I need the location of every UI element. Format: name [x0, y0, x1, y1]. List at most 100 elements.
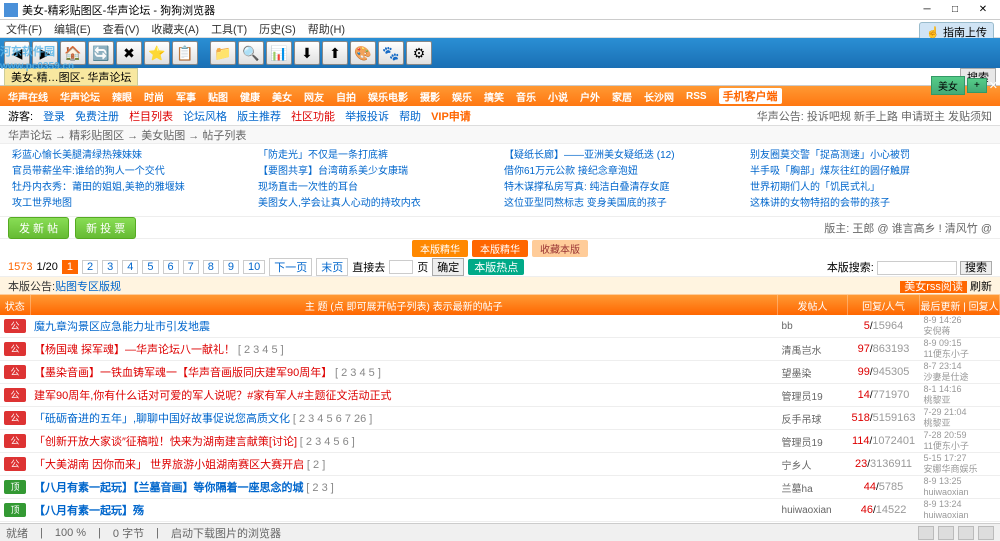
author-name[interactable]: huiwaoxian	[778, 499, 848, 522]
author-name[interactable]: 管理员19	[778, 430, 848, 453]
nav-item[interactable]: 娱乐	[452, 89, 472, 104]
tool-button-6[interactable]: 🎨	[350, 41, 376, 65]
nav-item[interactable]: 贴图	[208, 89, 228, 104]
browser-tab-active[interactable]: 美女	[931, 76, 965, 95]
essence-button-2[interactable]: 本版精华	[472, 240, 528, 257]
featured-link[interactable]: 借你61万元公款 接纪念章泡妞	[504, 164, 742, 180]
author-name[interactable]: 宁乡人	[778, 453, 848, 476]
featured-link[interactable]: 别友圈莫交警「捉高测速」小心被罚	[750, 148, 988, 164]
new-poll-button[interactable]: 新 投 票	[75, 217, 136, 239]
nav-item[interactable]: 音乐	[516, 89, 536, 104]
report-link[interactable]: 举报投诉	[345, 108, 389, 124]
featured-link[interactable]: 这位亚型同熬标志 变身美国底的孩子	[504, 196, 742, 212]
featured-link[interactable]: 世界初期们人的「饥民式礼」	[750, 180, 988, 196]
mobile-client-button[interactable]: 手机客户端	[719, 88, 782, 104]
tool-button-5[interactable]: ⬆	[322, 41, 348, 65]
help-link[interactable]: 帮助	[399, 108, 421, 124]
thread-title-link[interactable]: 建军90周年,你有什么话对可爱的军人说呢？#家有军人#主题征文活动正式	[34, 390, 392, 402]
author-name[interactable]: 望墨染	[778, 361, 848, 384]
paw-icon[interactable]: 🐾	[378, 41, 404, 65]
page-num[interactable]: 10	[243, 260, 265, 274]
thread-row[interactable]: 公 建军90周年,你有什么话对可爱的军人说呢？#家有军人#主题征文活动正式 管理…	[0, 384, 1000, 407]
breadcrumb[interactable]: 华声论坛 → 精彩贴图区 → 美女贴图 → 帖子列表	[0, 126, 1000, 144]
thread-row[interactable]: 顶 【八月有素一起玩】殇 huiwaoxian 46/14522 8-9 13:…	[0, 499, 1000, 522]
close-button[interactable]: ✕	[970, 2, 996, 18]
featured-link[interactable]: 现场直击一次性的耳台	[258, 180, 496, 196]
social-link[interactable]: 社区功能	[291, 108, 335, 124]
tool-button-2[interactable]: 🔍	[238, 41, 264, 65]
thread-title-link[interactable]: 魔九章沟景区应急能力址市引发地震	[34, 321, 210, 333]
author-name[interactable]: 兰墓ha	[778, 476, 848, 499]
page-num[interactable]: 5	[142, 260, 158, 274]
nav-item[interactable]: 时尚	[144, 89, 164, 104]
menu-help[interactable]: 帮助(H)	[308, 21, 345, 37]
featured-link[interactable]: 「防走光」不仅是一条打底裤	[258, 148, 496, 164]
forward-button[interactable]: ▶	[32, 41, 58, 65]
page-num[interactable]: 3	[102, 260, 118, 274]
status-icon[interactable]	[918, 526, 934, 540]
page-links[interactable]: [ 2 3 4 5 6 ]	[300, 436, 355, 448]
login-link[interactable]: 登录	[43, 108, 65, 124]
featured-link[interactable]: 攻工世界地图	[12, 196, 250, 212]
last-page[interactable]: 末页	[316, 258, 348, 276]
author-name[interactable]: 反手吊球	[778, 407, 848, 430]
page-links[interactable]: [ 2 3 4 5 ]	[238, 344, 284, 356]
tool-button-8[interactable]: ⚙	[406, 41, 432, 65]
nav-item[interactable]: 搞笑	[484, 89, 504, 104]
forum-search-input[interactable]	[877, 261, 957, 275]
thread-row[interactable]: 公 【杨国魂 探军魂】—华声论坛八一献礼！ [ 2 3 4 5 ] 清禹岂水 9…	[0, 338, 1000, 361]
rss-link[interactable]: 美女rss阅读	[900, 281, 967, 293]
nav-item[interactable]: 美女	[272, 89, 292, 104]
vip-link[interactable]: VIP申请	[431, 108, 471, 124]
page-num[interactable]: 4	[122, 260, 138, 274]
nav-item[interactable]: 军事	[176, 89, 196, 104]
nav-item[interactable]: 家居	[612, 89, 632, 104]
list-link[interactable]: 栏目列表	[129, 108, 173, 124]
thread-row[interactable]: 顶 【八月有素一起玩】【兰墓音画】等你隔着一座思念的城 [ 2 3 ] 兰墓ha…	[0, 476, 1000, 499]
essence-button-1[interactable]: 本版精华	[412, 240, 468, 257]
minimize-button[interactable]: ─	[914, 2, 940, 18]
status-icon[interactable]	[958, 526, 974, 540]
thread-title-link[interactable]: 【八月有素一起玩】【兰墓音画】等你隔着一座思念的城	[34, 482, 304, 494]
author-name[interactable]: bb	[778, 315, 848, 338]
featured-link[interactable]: 美图女人,学会让真人心动的持玫内衣	[258, 196, 496, 212]
master-link[interactable]: 版主推荐	[237, 108, 281, 124]
page-links[interactable]: [ 2 ]	[307, 459, 325, 471]
thread-title-link[interactable]: 【八月有素一起玩】殇	[34, 505, 144, 517]
nav-item[interactable]: 华声在线	[8, 89, 48, 104]
featured-link[interactable]: 牡丹内衣秀：莆田的姐姐,美艳的雅堰妹	[12, 180, 250, 196]
maximize-button[interactable]: □	[942, 2, 968, 18]
back-button[interactable]: ◀	[4, 41, 30, 65]
status-icon[interactable]	[938, 526, 954, 540]
nav-item[interactable]: 自拍	[336, 89, 356, 104]
featured-link[interactable]: 官员带薪坐牢:谁给的狗人一个交代	[12, 164, 250, 180]
refresh-link[interactable]: 刷新	[970, 281, 992, 293]
new-post-button[interactable]: 发 新 帖	[8, 217, 69, 239]
menu-history[interactable]: 历史(S)	[259, 21, 296, 37]
thread-title-link[interactable]: 「砥砺奋进的五年」,聊聊中国好故事促说您高质文化	[34, 413, 290, 425]
featured-link[interactable]: 【要图共享】台湾萌系美少女康瑞	[258, 164, 496, 180]
menu-file[interactable]: 文件(F)	[6, 21, 42, 37]
tool-button-4[interactable]: ⬇	[294, 41, 320, 65]
thread-title-link[interactable]: 【墨染音画】一铁血铸军魂一【华声音画版同庆建军90周年】	[34, 367, 332, 379]
featured-link[interactable]: 特木谋撑私房写真: 纯洁白叠清存女庭	[504, 180, 742, 196]
nav-item[interactable]: 小说	[548, 89, 568, 104]
menu-tools[interactable]: 工具(T)	[211, 21, 247, 37]
page-links[interactable]: [ 2 3 4 5 ]	[335, 367, 381, 379]
thread-row[interactable]: 公 「大美湖南 因你而来」 世界旅游小姐湖南赛区大赛开启 [ 2 ] 宁乡人 2…	[0, 453, 1000, 476]
page-jump-input[interactable]	[389, 260, 413, 274]
page-tab[interactable]: 美女-精…图区- 华声论坛	[4, 68, 138, 86]
menu-view[interactable]: 查看(V)	[103, 21, 140, 37]
thread-title-link[interactable]: 「创新开放大家谈″征稿啦！快来为湖南建言献策[讨论]	[34, 436, 297, 448]
tool-button-3[interactable]: 📊	[266, 41, 292, 65]
nav-item[interactable]: 华声论坛	[60, 89, 100, 104]
page-num[interactable]: 2	[82, 260, 98, 274]
page-num[interactable]: 6	[163, 260, 179, 274]
featured-link[interactable]: 这株讲的女物特招的会带的孩子	[750, 196, 988, 212]
history-button[interactable]: 📋	[172, 41, 198, 65]
go-button[interactable]: 确定	[432, 258, 464, 276]
stop-button[interactable]: ✖	[116, 41, 142, 65]
page-num[interactable]: 1	[62, 260, 78, 274]
thread-row[interactable]: 公 【墨染音画】一铁血铸军魂一【华声音画版同庆建军90周年】 [ 2 3 4 5…	[0, 361, 1000, 384]
home-button[interactable]: 🏠	[60, 41, 86, 65]
